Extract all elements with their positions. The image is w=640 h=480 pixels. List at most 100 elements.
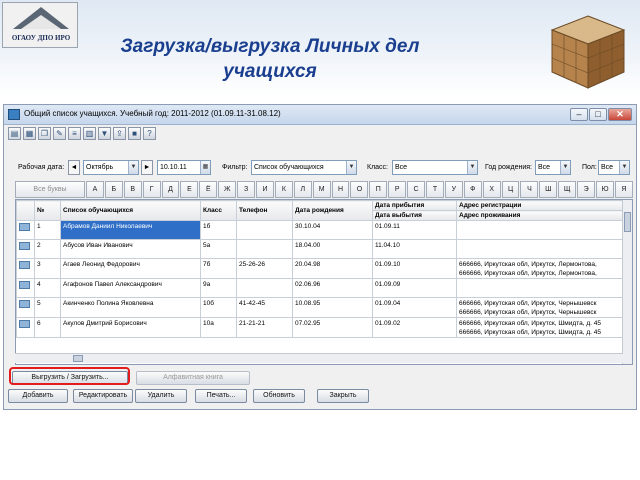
table-row[interactable]: 3 Агаев Леонид Федорович 7б 25-26-26 20.… bbox=[16, 258, 623, 279]
list-icon[interactable]: ≡ bbox=[68, 127, 81, 140]
letter-button[interactable]: Ш bbox=[539, 181, 558, 198]
letter-button[interactable]: Щ bbox=[558, 181, 577, 198]
copy-icon[interactable]: ❐ bbox=[38, 127, 51, 140]
student-name[interactable]: Агафонов Павел Александрович bbox=[60, 278, 201, 298]
refresh-button[interactable]: Обновить bbox=[253, 389, 305, 403]
student-name[interactable]: Акинченко Полина Яковлевна bbox=[60, 297, 201, 318]
address-cell bbox=[456, 278, 623, 298]
student-name[interactable]: Абрамов Даниил Николаевич bbox=[60, 220, 201, 240]
column-header[interactable]: Адрес регистрации bbox=[456, 200, 623, 211]
letter-button[interactable]: Ч bbox=[520, 181, 539, 198]
letter-button[interactable]: Н bbox=[331, 181, 350, 198]
address-cell bbox=[456, 220, 623, 240]
letter-button[interactable]: П bbox=[369, 181, 388, 198]
calendar-icon[interactable]: ▦ bbox=[200, 161, 210, 174]
arrival-value: 01.09.04 bbox=[375, 300, 401, 307]
class-label: Класс: bbox=[367, 164, 388, 171]
month-value: Октябрь bbox=[86, 164, 114, 171]
grid-icon[interactable]: ▥ bbox=[83, 127, 96, 140]
edit-icon[interactable]: ✎ bbox=[53, 127, 66, 140]
edit-button[interactable]: Редактировать bbox=[73, 389, 133, 403]
month-select[interactable]: Октябрь ▼ bbox=[83, 160, 139, 175]
column-header[interactable]: Класс bbox=[200, 200, 237, 221]
student-name[interactable]: Абусов Иван Иванович bbox=[60, 239, 201, 259]
date-field[interactable]: 10.10.11 ▦ bbox=[157, 160, 211, 175]
letter-button[interactable]: Л bbox=[293, 181, 312, 198]
letter-button[interactable]: А bbox=[86, 181, 104, 198]
letter-button[interactable]: Б bbox=[104, 181, 123, 198]
column-header[interactable]: Дата выбытия bbox=[372, 210, 457, 221]
print-icon[interactable]: ▤ bbox=[8, 127, 21, 140]
letter-button[interactable]: Ю bbox=[596, 181, 614, 198]
letter-button[interactable]: Д bbox=[161, 181, 180, 198]
letter-button[interactable]: Ф bbox=[463, 181, 482, 198]
filter-select[interactable]: Список обучающихся ▼ bbox=[251, 160, 357, 175]
birthyear-select[interactable]: Все ▼ bbox=[535, 160, 571, 175]
letter-button[interactable]: И bbox=[256, 181, 274, 198]
delete-button[interactable]: Удалить bbox=[135, 389, 187, 403]
add-button[interactable]: Добавить bbox=[8, 389, 68, 403]
maximize-button[interactable]: □ bbox=[589, 108, 607, 121]
help-icon[interactable]: ? bbox=[143, 127, 156, 140]
alphabet-book-button[interactable]: Алфавитная книга bbox=[136, 371, 250, 385]
column-header[interactable]: Список обучающихся bbox=[60, 200, 201, 221]
table-row[interactable]: 1 Абрамов Даниил Николаевич 1б 30.10.04 … bbox=[16, 220, 623, 240]
letter-button[interactable]: Э bbox=[577, 181, 596, 198]
letter-button[interactable]: З bbox=[237, 181, 256, 198]
letter-button[interactable]: Т bbox=[426, 181, 444, 198]
students-table: № Список обучающихся Класс Телефон Дата … bbox=[15, 199, 633, 365]
letter-button[interactable]: Ж bbox=[218, 181, 237, 198]
letter-button[interactable]: В bbox=[123, 181, 142, 198]
column-header[interactable]: Адрес проживания bbox=[456, 210, 623, 221]
letter-button[interactable]: К bbox=[274, 181, 293, 198]
sex-select[interactable]: Все ▼ bbox=[598, 160, 630, 175]
letter-button[interactable]: Х bbox=[482, 181, 501, 198]
table-row[interactable]: 4 Агафонов Павел Александрович 9а 02.06.… bbox=[16, 278, 623, 298]
letter-button[interactable]: Ц bbox=[501, 181, 520, 198]
student-phone: 25-26-26 bbox=[236, 258, 293, 279]
column-header[interactable]: Телефон bbox=[236, 200, 293, 221]
close-window-button[interactable]: ✕ bbox=[608, 108, 632, 121]
letter-button[interactable]: Е bbox=[180, 181, 199, 198]
letter-button[interactable]: О bbox=[350, 181, 369, 198]
letter-button[interactable]: С bbox=[407, 181, 426, 198]
row-number: 2 bbox=[34, 239, 61, 259]
horizontal-scroll-thumb[interactable] bbox=[73, 355, 83, 362]
student-birthdate: 18.04.00 bbox=[292, 239, 373, 259]
letter-button[interactable]: Г bbox=[142, 181, 161, 198]
column-header[interactable]: № bbox=[34, 200, 61, 221]
table-row[interactable]: 5 Акинченко Полина Яковлевна 10б 41-42-4… bbox=[16, 297, 623, 318]
export-icon[interactable]: ⇪ bbox=[113, 127, 126, 140]
student-name[interactable]: Агаев Леонид Федорович bbox=[60, 258, 201, 279]
table-row[interactable]: 2 Абусов Иван Иванович 5а 18.04.00 11.04… bbox=[16, 239, 623, 259]
letter-button[interactable]: Я bbox=[614, 181, 633, 198]
vertical-scrollbar[interactable] bbox=[622, 200, 632, 364]
filter-icon[interactable]: ▼ bbox=[98, 127, 111, 140]
prev-month-button[interactable]: ◄ bbox=[68, 160, 80, 175]
student-name[interactable]: Акулов Дмитрий Борисович bbox=[60, 317, 201, 338]
save-icon[interactable]: ■ bbox=[128, 127, 141, 140]
letter-button[interactable]: М bbox=[312, 181, 331, 198]
letter-all-button[interactable]: Все буквы bbox=[15, 181, 85, 198]
letter-button[interactable]: Ё bbox=[199, 181, 218, 198]
vertical-scroll-thumb[interactable] bbox=[624, 212, 631, 232]
row-number: 4 bbox=[34, 278, 61, 298]
minimize-button[interactable]: – bbox=[570, 108, 588, 121]
student-birthdate: 20.04.98 bbox=[292, 258, 373, 279]
table-row[interactable]: 6 Акулов Дмитрий Борисович 10а 21-21-21 … bbox=[16, 317, 623, 338]
birthyear-value: Все bbox=[538, 164, 551, 171]
students-list-window: Общий список учащихся. Учебный год: 2011… bbox=[3, 104, 637, 410]
column-header[interactable]: Дата прибытия bbox=[372, 200, 457, 211]
row-icon-cell bbox=[16, 297, 35, 318]
horizontal-scrollbar[interactable] bbox=[15, 353, 623, 363]
print-button[interactable]: Печать... bbox=[195, 389, 247, 403]
table-icon[interactable]: ▦ bbox=[23, 127, 36, 140]
column-header[interactable]: Дата рождения bbox=[292, 200, 373, 221]
close-button[interactable]: Закрыть bbox=[317, 389, 369, 403]
letter-button[interactable]: Р bbox=[388, 181, 407, 198]
next-month-button[interactable]: ► bbox=[141, 160, 153, 175]
birthyear-label: Год рождения: bbox=[485, 164, 532, 171]
letter-button[interactable]: У bbox=[444, 181, 463, 198]
filter-bar: Рабочая дата: ◄ Октябрь ▼ ► 10.10.11 ▦ Ф… bbox=[4, 157, 636, 179]
class-select[interactable]: Все ▼ bbox=[392, 160, 478, 175]
